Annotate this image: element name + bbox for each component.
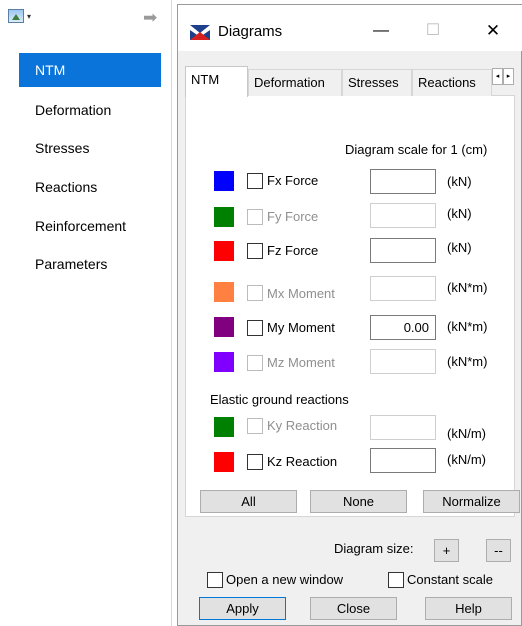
open-new-window-label: Open a new window xyxy=(226,572,344,587)
sidebar-item-stresses[interactable]: Stresses xyxy=(19,131,161,165)
kz-reaction-checkbox[interactable] xyxy=(247,454,263,470)
my-moment-checkbox[interactable] xyxy=(247,320,263,336)
diagrams-app-icon xyxy=(190,25,210,40)
close-button[interactable]: Close xyxy=(310,597,397,620)
all-button[interactable]: All xyxy=(200,490,297,513)
sidebar-item-ntm[interactable]: NTM xyxy=(19,53,161,87)
mz-moment-checkbox[interactable] xyxy=(247,355,263,371)
diagrams-dialog: Diagrams — ☐ ✕ Deformation Stresses Reac… xyxy=(177,4,522,626)
fz-force-checkbox[interactable] xyxy=(247,243,263,259)
maximize-button[interactable]: ☐ xyxy=(418,18,448,44)
fz-force-label: Fz Force xyxy=(267,243,319,258)
tab-strip: Deformation Stresses Reactions NTM ◂ ▸ xyxy=(185,66,515,97)
diagram-size-minus-button[interactable]: -- xyxy=(486,539,511,562)
fx-color-swatch[interactable] xyxy=(214,171,234,191)
open-new-window-checkbox[interactable] xyxy=(207,572,223,588)
dropdown-caret-icon[interactable]: ▾ xyxy=(27,12,31,21)
kz-unit: (kN/m) xyxy=(447,452,486,467)
fx-scale-field[interactable] xyxy=(370,169,436,194)
minimize-button[interactable]: — xyxy=(366,18,396,44)
kz-color-swatch[interactable] xyxy=(214,452,234,472)
apply-button[interactable]: Apply xyxy=(199,597,286,620)
tab-scroll-buttons: ◂ ▸ xyxy=(492,68,515,85)
ky-scale-field[interactable] xyxy=(370,415,436,440)
mz-unit: (kN*m) xyxy=(447,354,488,369)
fy-force-checkbox[interactable] xyxy=(247,209,263,225)
ntm-tab-content: Diagram scale for 1 (cm) Fx Force (kN) F… xyxy=(185,96,520,517)
mz-moment-label: Mz Moment xyxy=(267,355,335,370)
fy-force-label: Fy Force xyxy=(267,209,319,224)
my-color-swatch[interactable] xyxy=(214,317,234,337)
none-button[interactable]: None xyxy=(310,490,407,513)
fz-unit: (kN) xyxy=(447,240,472,255)
mz-color-swatch[interactable] xyxy=(214,352,234,372)
dialog-title: Diagrams xyxy=(218,23,283,40)
mx-unit: (kN*m) xyxy=(447,280,488,295)
my-moment-label: My Moment xyxy=(267,320,335,335)
fx-force-label: Fx Force xyxy=(267,173,319,188)
ky-color-swatch[interactable] xyxy=(214,417,234,437)
sidebar-item-reinforcement[interactable]: Reinforcement xyxy=(19,209,161,243)
close-window-button[interactable]: ✕ xyxy=(478,18,508,44)
arrow-right-icon[interactable]: ➡ xyxy=(143,8,157,28)
fy-color-swatch[interactable] xyxy=(214,207,234,227)
mx-color-swatch[interactable] xyxy=(214,282,234,302)
ky-reaction-label: Ky Reaction xyxy=(267,418,338,433)
constant-scale-label: Constant scale xyxy=(407,572,493,587)
ky-reaction-checkbox[interactable] xyxy=(247,418,263,434)
help-button[interactable]: Help xyxy=(425,597,512,620)
mx-scale-field[interactable] xyxy=(370,276,436,301)
title-bar: Diagrams — ☐ ✕ xyxy=(178,5,522,51)
fz-scale-field[interactable] xyxy=(370,238,436,263)
normalize-button[interactable]: Normalize xyxy=(423,490,520,513)
tab-stresses[interactable]: Stresses xyxy=(342,69,412,96)
left-panel-toolbar: ▾ ➡ xyxy=(0,0,172,38)
tab-deformation[interactable]: Deformation xyxy=(248,69,342,96)
fz-color-swatch[interactable] xyxy=(214,241,234,261)
mx-moment-checkbox[interactable] xyxy=(247,285,263,301)
sidebar-item-deformation[interactable]: Deformation xyxy=(19,93,161,127)
left-panel: ▾ ➡ NTM Deformation Stresses Reactions R… xyxy=(0,0,172,626)
my-unit: (kN*m) xyxy=(447,319,488,334)
tab-scroll-right-icon[interactable]: ▸ xyxy=(503,68,514,85)
tab-scroll-left-icon[interactable]: ◂ xyxy=(492,68,503,85)
sidebar-item-reactions[interactable]: Reactions xyxy=(19,170,161,204)
kz-scale-field[interactable] xyxy=(370,448,436,473)
fy-scale-field[interactable] xyxy=(370,203,436,228)
ky-unit: (kN/m) xyxy=(447,426,486,441)
elastic-ground-reactions-title: Elastic ground reactions xyxy=(210,392,349,407)
diagram-scale-header: Diagram scale for 1 (cm) xyxy=(345,142,488,157)
fy-unit: (kN) xyxy=(447,206,472,221)
diagram-size-label: Diagram size: xyxy=(334,541,414,556)
view-icon[interactable] xyxy=(8,9,24,23)
kz-reaction-label: Kz Reaction xyxy=(267,454,338,469)
mz-scale-field[interactable] xyxy=(370,349,436,374)
tab-reactions[interactable]: Reactions xyxy=(412,69,492,96)
fx-unit: (kN) xyxy=(447,174,472,189)
tab-ntm[interactable]: NTM xyxy=(185,66,248,97)
fx-force-checkbox[interactable] xyxy=(247,173,263,189)
constant-scale-checkbox[interactable] xyxy=(388,572,404,588)
diagram-size-plus-button[interactable]: + xyxy=(434,539,459,562)
mx-moment-label: Mx Moment xyxy=(267,286,335,301)
sidebar-item-parameters[interactable]: Parameters xyxy=(19,247,161,281)
my-scale-field[interactable]: 0.00 xyxy=(370,315,436,340)
